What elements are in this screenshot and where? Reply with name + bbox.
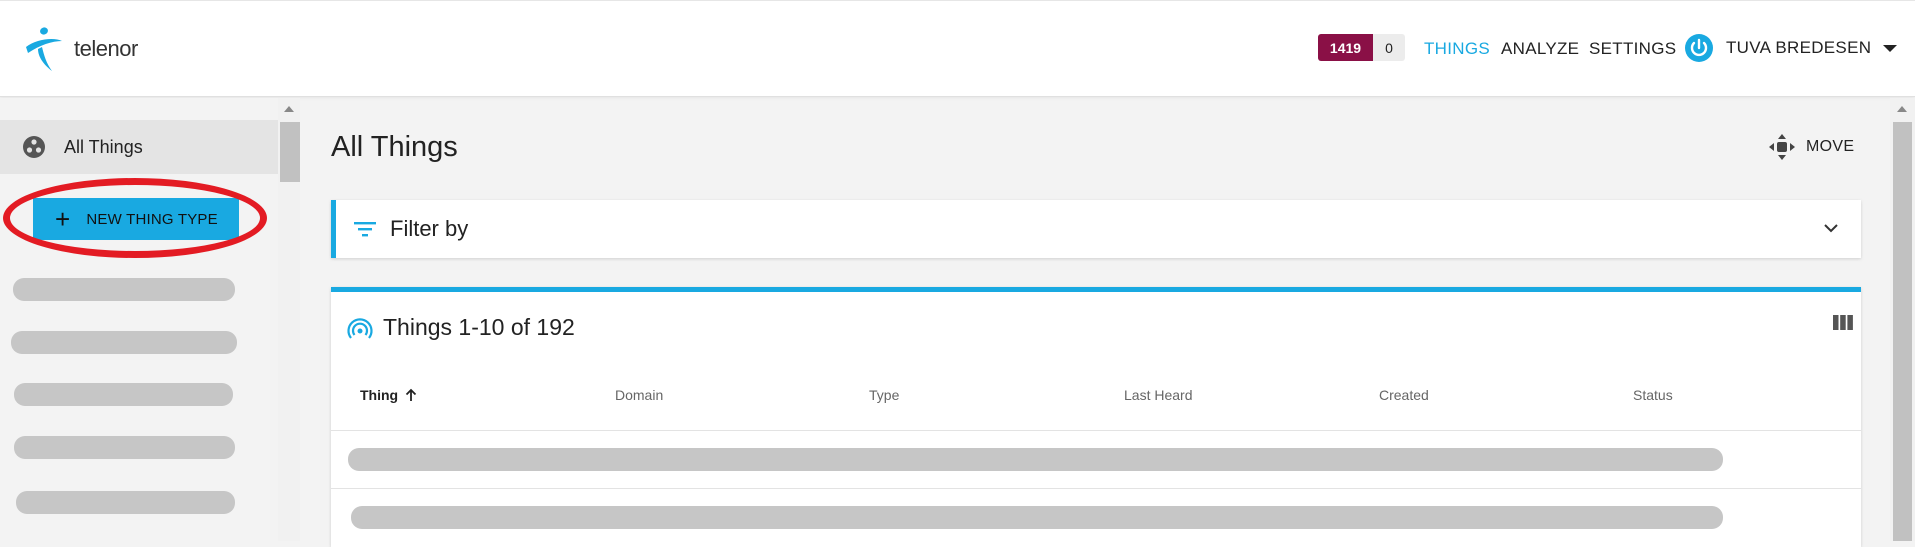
filter-icon [354,222,376,237]
move-button[interactable]: MOVE [1768,133,1854,161]
top-header: telenor 1419 0 THINGS ANALYZE SETTINGS T… [0,0,1915,97]
all-things-icon [23,136,45,158]
scrollbar-thumb[interactable] [1893,122,1912,541]
table-row-placeholder [348,448,1723,471]
sidebar-item-all-things[interactable]: All Things [0,120,278,174]
badge-count-secondary[interactable]: 0 [1373,34,1405,61]
sidebar-placeholder [14,383,233,406]
column-header-last-heard[interactable]: Last Heard [1124,387,1192,403]
column-header-type[interactable]: Type [869,387,899,403]
nav-things[interactable]: THINGS [1424,39,1490,59]
move-label: MOVE [1806,138,1855,155]
row-divider [331,488,1861,489]
sort-ascending-icon [405,388,417,401]
sidebar-scrollbar[interactable] [278,98,300,541]
telenor-logo-icon [26,27,62,71]
nav-analyze[interactable]: ANALYZE [1501,39,1579,59]
sidebar-placeholder [14,436,235,459]
telenor-logo[interactable]: telenor [22,25,138,73]
column-header-created[interactable]: Created [1379,387,1429,403]
scroll-up-arrow-icon[interactable] [1897,106,1907,112]
filter-label: Filter by [390,216,469,241]
badge-count-primary[interactable]: 1419 [1318,34,1373,61]
things-table-card: Things 1-10 of 192 Thing Domain Type Las… [331,287,1861,547]
user-menu[interactable]: TUVA BREDESEN [1684,33,1898,63]
sidebar: All Things + NEW THING TYPE [0,98,300,541]
signal-icon [347,318,373,339]
sidebar-placeholder [11,331,237,354]
column-header-thing[interactable]: Thing [360,387,418,403]
logo-text: telenor [74,36,138,61]
table-row-placeholder [351,506,1723,529]
page-title: All Things [331,131,458,163]
column-header-label: Thing [360,387,399,403]
move-icon [1769,134,1795,160]
power-icon [1685,34,1713,62]
new-thing-type-label: NEW THING TYPE [86,210,218,228]
sidebar-item-label: All Things [64,136,143,157]
new-thing-type-button[interactable]: + NEW THING TYPE [33,198,239,240]
user-name: TUVA BREDESEN [1726,38,1872,57]
caret-down-icon [1883,44,1898,52]
notification-badges[interactable]: 1419 0 [1318,34,1405,61]
chevron-down-icon[interactable] [1823,220,1839,236]
sidebar-placeholder [13,278,235,301]
column-header-domain[interactable]: Domain [615,387,663,403]
row-divider [331,430,1861,431]
plus-icon: + [55,204,71,234]
scrollbar-thumb[interactable] [280,122,300,182]
scroll-up-arrow-icon[interactable] [284,106,294,112]
sidebar-placeholder [16,491,235,514]
main-scrollbar[interactable] [1890,98,1915,541]
filter-panel[interactable]: Filter by [331,200,1861,258]
columns-icon[interactable] [1833,314,1853,332]
column-header-status[interactable]: Status [1633,387,1673,403]
nav-settings[interactable]: SETTINGS [1589,39,1676,59]
things-count-title: Things 1-10 of 192 [383,314,575,340]
